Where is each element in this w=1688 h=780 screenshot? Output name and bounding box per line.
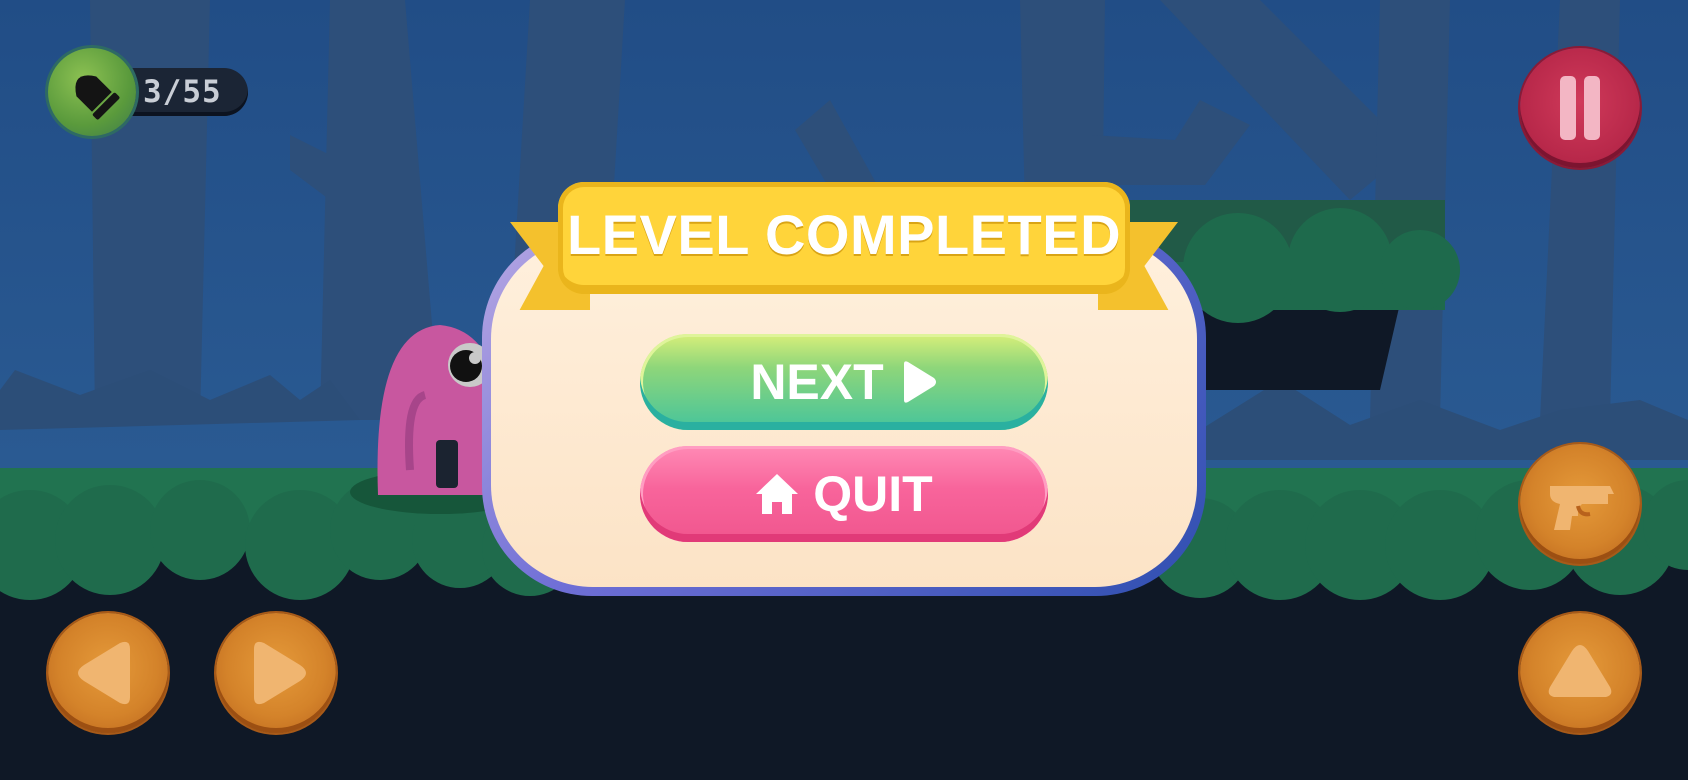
quit-button-label: QUIT bbox=[813, 466, 933, 522]
pause-icon bbox=[1560, 76, 1600, 140]
home-icon bbox=[756, 474, 799, 514]
arrow-left-icon bbox=[78, 641, 130, 705]
pause-button[interactable] bbox=[1520, 48, 1640, 168]
fire-button[interactable] bbox=[1520, 444, 1640, 564]
ammo-badge bbox=[48, 48, 136, 136]
next-button[interactable]: NEXT bbox=[640, 334, 1048, 430]
quit-button[interactable]: QUIT bbox=[640, 446, 1048, 542]
ammo-counter: 3/55 bbox=[143, 74, 222, 110]
gun-icon bbox=[1550, 486, 1614, 530]
arrow-right-icon bbox=[254, 641, 306, 705]
dialog-title: LEVEL COMPLETED bbox=[566, 203, 1122, 266]
move-left-button[interactable] bbox=[48, 613, 168, 733]
play-triangle-icon bbox=[903, 361, 936, 403]
jump-button[interactable] bbox=[1520, 613, 1640, 733]
bullet-icon bbox=[75, 75, 120, 120]
move-right-button[interactable] bbox=[216, 613, 336, 733]
arrow-up-icon bbox=[1548, 645, 1612, 697]
next-button-label: NEXT bbox=[750, 354, 884, 410]
